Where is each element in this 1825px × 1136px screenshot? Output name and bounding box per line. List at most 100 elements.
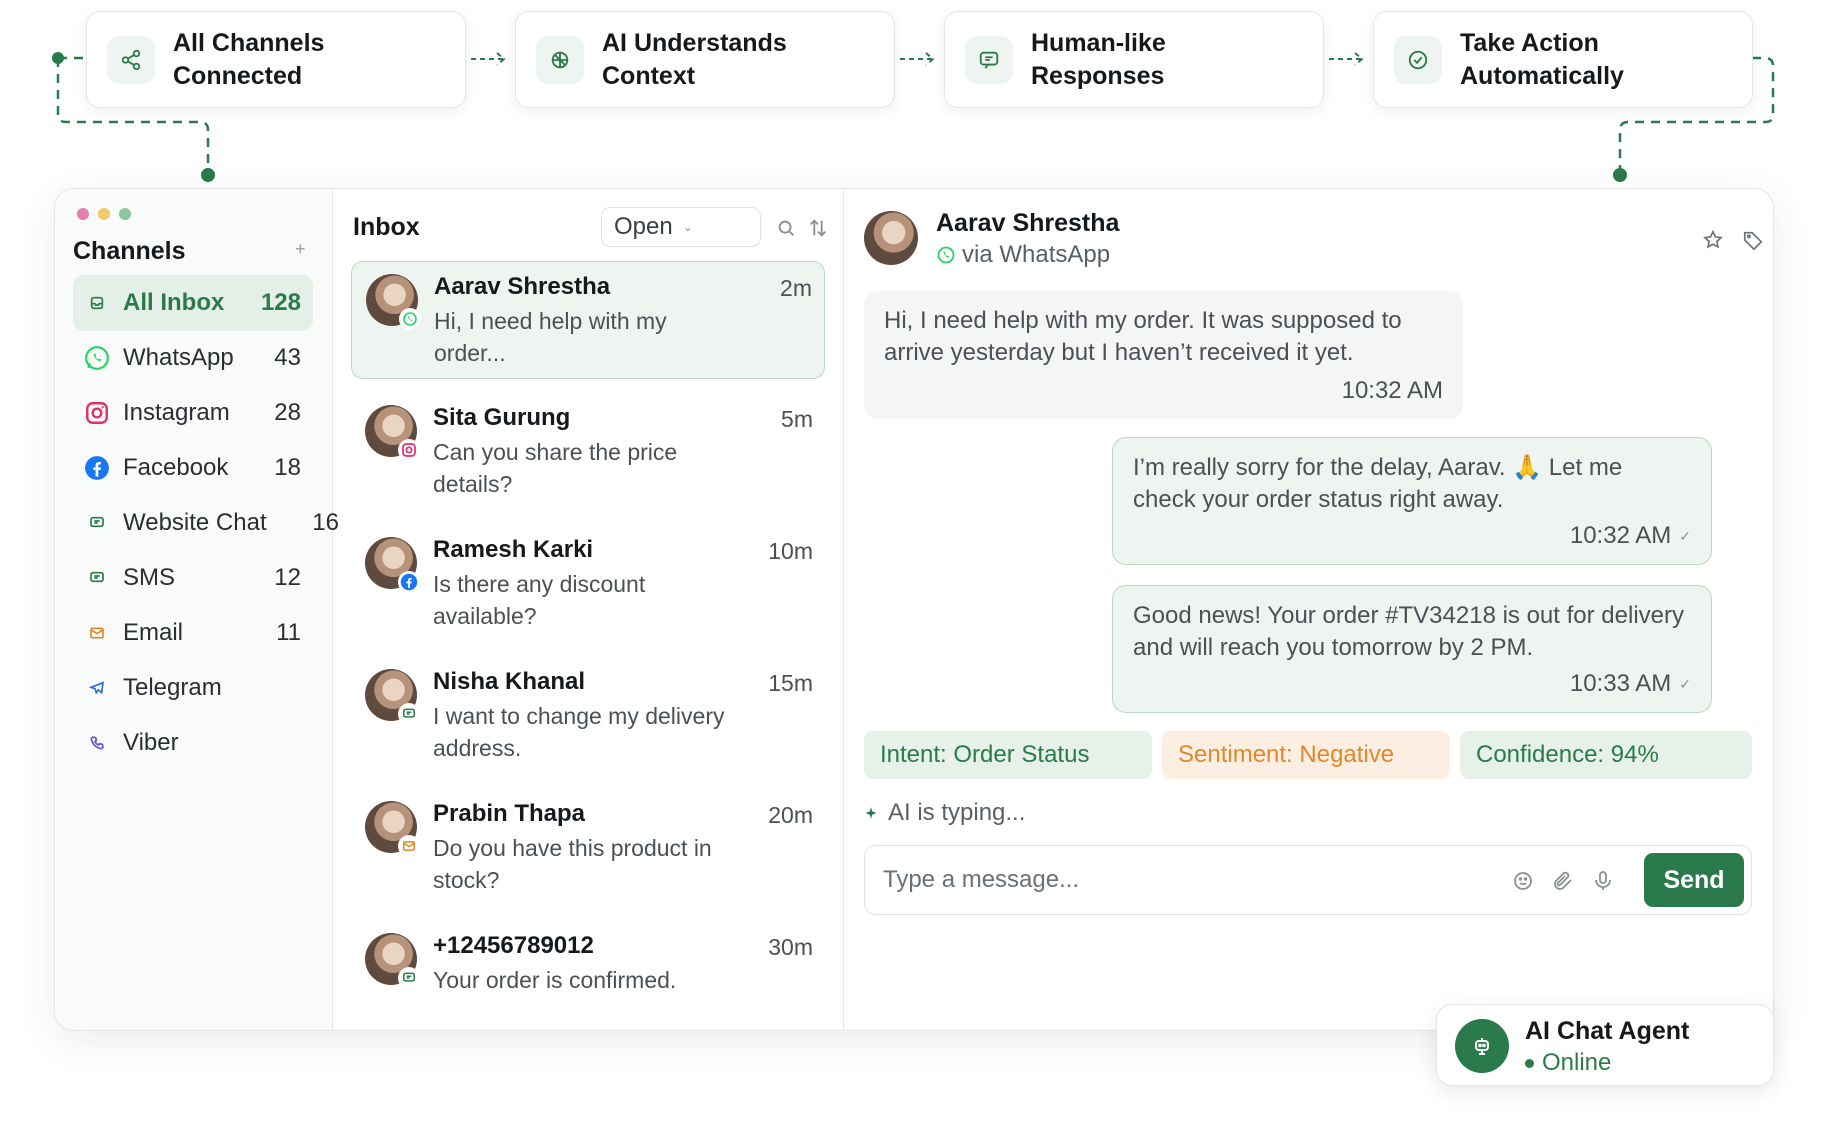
star-icon[interactable] [1702,229,1724,251]
conversation-name: Sita Gurung [433,404,571,431]
sidebar-item-website-chat[interactable]: Website Chat 16 [73,495,339,551]
check-circle-icon [1394,35,1442,84]
window-dot-minimize[interactable] [98,208,110,220]
flow-step-label: Take Action Automatically [1460,28,1624,90]
facebook-icon [83,454,111,482]
conversation-name: Prabin Thapa [433,800,586,827]
message-text: Hi, I need help with my order. It was su… [884,307,1402,366]
microphone-icon[interactable] [1591,869,1615,893]
conversation-name: Aarav Shrestha [434,273,611,300]
conversation-item[interactable]: +12456789012 30m Your order is confirmed… [351,921,825,1030]
sidebar-item-telegram[interactable]: Telegram [73,660,313,716]
sidebar-item-count: 43 [274,344,301,371]
sidebar-item-all-inbox[interactable]: All Inbox 128 [73,275,313,331]
send-button[interactable]: Send [1644,853,1744,907]
conversation-item[interactable]: Aarav Shrestha 2m Hi, I need help with m… [351,261,825,379]
attachment-icon[interactable] [1551,869,1575,893]
flow-step-channels: All Channels Connected [86,11,466,108]
sidebar-item-count: 12 [274,564,301,591]
chat-bubble-icon [965,35,1013,84]
website-chat-icon [398,703,420,725]
tag-icon[interactable] [1742,229,1764,251]
inbox-title: Inbox [353,213,420,241]
chat-via-label: via WhatsApp [962,241,1111,268]
sidebar-item-viber[interactable]: Viber [73,715,313,771]
email-icon [398,835,420,857]
conversation-time: 15m [768,670,813,696]
sidebar-item-whatsapp[interactable]: WhatsApp 43 [73,330,313,386]
sparkle-icon [865,807,877,819]
instagram-icon [398,439,420,461]
sidebar-item-label: SMS [123,564,176,591]
conversation-item[interactable]: Sita Gurung 5m Can you share the price d… [351,393,825,511]
status-filter-value: Open [614,213,673,240]
sidebar-item-sms[interactable]: SMS 12 [73,550,313,606]
agent-name: AI Chat Agent [1525,1017,1690,1045]
channels-sidebar: Channels + All Inbox 128 WhatsApp 43 Ins… [55,189,339,1030]
typing-indicator: AI is typing... [864,799,1025,827]
add-channel-button[interactable]: + [295,239,306,260]
sidebar-item-label: All Inbox [123,289,225,316]
flow-step-label: All Channels Connected [173,28,325,90]
chevron-down-icon: ⌄ [682,220,693,234]
sentiment-tag: Sentiment: Negative [1162,731,1450,779]
message-text: Good news! Your order #TV34218 is out fo… [1133,602,1684,661]
agent-status-label: Online [1542,1049,1612,1076]
sort-icon[interactable] [807,217,829,239]
conversation-time: 5m [781,406,813,432]
facebook-icon [398,571,420,593]
search-icon[interactable] [775,217,797,239]
chat-panel: Aarav Shrestha via WhatsApp Hi, I need h… [844,189,1773,1030]
agent-status: Online [1525,1049,1611,1077]
sidebar-item-instagram[interactable]: Instagram 28 [73,385,313,441]
conversation-time: 30m [768,934,813,960]
sidebar-item-label: Website Chat [123,509,267,536]
inbox-icon [83,289,111,317]
sidebar-item-email[interactable]: Email 11 [73,605,313,661]
chat-channel: via WhatsApp [936,241,1110,269]
online-dot [1525,1058,1534,1068]
conversation-preview: Can you share the price details? [433,439,678,497]
flow-step-responses: Human-like Responses [944,11,1324,108]
status-filter-select[interactable]: Open ⌄ [601,207,761,247]
conversation-item[interactable]: Nisha Khanal 15m I want to change my del… [351,657,825,775]
sidebar-item-label: Instagram [123,399,230,426]
sidebar-item-count: 11 [276,619,301,646]
conversation-name: +12456789012 [433,932,594,959]
message-outgoing: Good news! Your order #TV34218 is out fo… [1112,585,1712,713]
window-dot-maximize[interactable] [119,208,131,220]
sidebar-item-label: Telegram [123,674,222,701]
message-composer: Send [864,845,1752,915]
flow-arrow-icon [471,52,506,66]
sms-icon [83,564,111,592]
email-icon [83,619,111,647]
flow-arrow-icon [900,52,935,66]
window-controls [77,208,131,220]
message-incoming: Hi, I need help with my order. It was su… [864,291,1463,419]
viber-icon [83,729,111,757]
sidebar-item-count: 28 [274,399,301,426]
check-icon: ✓ [1679,528,1691,544]
whatsapp-icon [937,246,955,264]
emoji-icon[interactable] [1511,869,1535,893]
conversation-name: Nisha Khanal [433,668,586,695]
conversation-item[interactable]: Ramesh Karki 10m Is there any discount a… [351,525,825,643]
flow-step-label: AI Understands Context [602,28,787,90]
window-dot-close[interactable] [77,208,89,220]
sidebar-item-count: 18 [274,454,301,481]
flow-arrow-icon [1329,52,1364,66]
conversation-preview: Hi, I need help with my order... [434,308,667,366]
ai-agent-card: AI Chat Agent Online [1436,1004,1774,1086]
conversation-time: 2m [780,275,812,301]
sidebar-item-facebook[interactable]: Facebook 18 [73,440,313,496]
message-input[interactable] [883,860,1483,900]
flow-step-context: AI Understands Context [515,11,895,108]
conversation-preview: Is there any discount available? [433,571,646,629]
conversation-item[interactable]: Prabin Thapa 20m Do you have this produc… [351,789,825,907]
instagram-icon [83,399,111,427]
check-icon: ✓ [1679,676,1691,692]
message-outgoing: I’m really sorry for the delay, Aarav. 🙏… [1112,437,1712,565]
website-chat-icon [83,509,111,537]
chat-contact-name: Aarav Shrestha [936,209,1120,237]
sidebar-item-count: 128 [260,289,301,316]
